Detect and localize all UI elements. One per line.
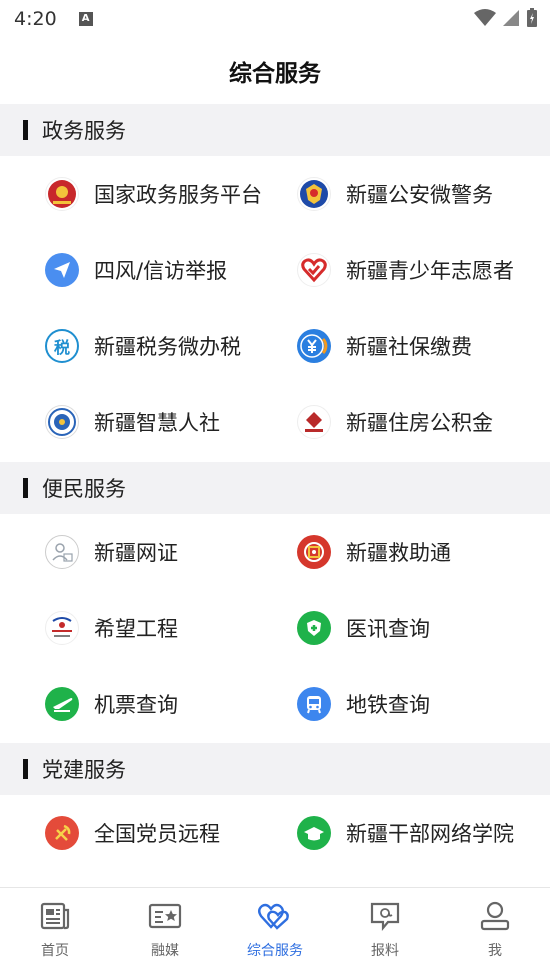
status-bar: 4:20 A [0, 0, 550, 38]
service-police[interactable]: 新疆公安微警务 [297, 156, 493, 232]
home-news-icon [40, 902, 70, 930]
national-emblem-icon [45, 177, 79, 211]
metro-bus-icon [297, 687, 331, 721]
graduation-cap-icon [297, 816, 331, 850]
service-volunteer[interactable]: 新疆青少年志愿者 [297, 232, 514, 308]
battery-icon [527, 8, 537, 27]
heart-volunteer-icon [297, 253, 331, 287]
section-title: 政务服务 [42, 119, 126, 143]
service-tax[interactable]: 税 新疆税务微办税 [45, 308, 241, 384]
section-header-party: 党建服务 [0, 743, 550, 795]
id-card-icon [45, 535, 79, 569]
service-label: 全国党员远程 [94, 822, 220, 846]
section-marker [23, 478, 28, 498]
tab-report[interactable]: 报料 [330, 888, 440, 979]
medical-shield-icon [297, 611, 331, 645]
service-label: 新疆干部网络学院 [346, 822, 514, 846]
service-project-hope[interactable]: 希望工程 [45, 590, 178, 666]
report-chat-icon [370, 902, 400, 932]
airplane-icon [45, 687, 79, 721]
service-flight[interactable]: 机票查询 [45, 666, 178, 742]
tax-icon: 税 [45, 329, 79, 363]
service-national-platform[interactable]: 国家政务服务平台 [45, 156, 262, 232]
wifi-icon [474, 9, 496, 26]
page-title: 综合服务 [229, 61, 321, 87]
tab-home[interactable]: 首页 [0, 888, 110, 979]
tab-me[interactable]: 我 [440, 888, 550, 979]
hrss-emblem-icon [45, 405, 79, 439]
service-housing-fund[interactable]: 新疆住房公积金 [297, 384, 493, 460]
user-icon [480, 901, 510, 931]
service-label: 新疆智慧人社 [94, 411, 220, 435]
service-label: 新疆网证 [94, 541, 178, 565]
service-label: 四风/信访举报 [94, 259, 228, 283]
hearts-icon [258, 903, 289, 930]
project-hope-icon [45, 611, 79, 645]
tab-label: 融媒 [151, 943, 179, 959]
section-header-government: 政务服务 [0, 104, 550, 156]
service-label: 地铁查询 [346, 693, 430, 717]
service-label: 希望工程 [94, 617, 178, 641]
bottom-tab-bar: 首页 融媒 综合服务 报料 我 [0, 887, 550, 979]
service-rescue[interactable]: 新疆救助通 [297, 514, 451, 590]
service-social-security[interactable]: 新疆社保缴费 [297, 308, 472, 384]
paper-plane-icon [45, 253, 79, 287]
service-label: 新疆救助通 [346, 541, 451, 565]
section-title: 党建服务 [42, 758, 126, 782]
media-card-icon [148, 903, 182, 929]
service-report[interactable]: 四风/信访举报 [45, 232, 227, 308]
service-net-id[interactable]: 新疆网证 [45, 514, 178, 590]
housing-fund-icon [297, 405, 331, 439]
tab-label: 我 [488, 943, 502, 959]
service-cadre-college[interactable]: 新疆干部网络学院 [297, 795, 514, 871]
tab-media[interactable]: 融媒 [110, 888, 220, 979]
tab-label: 综合服务 [247, 943, 303, 959]
rescue-icon [297, 535, 331, 569]
status-time: 4:20 [14, 8, 57, 30]
section-marker [23, 120, 28, 140]
service-hrss[interactable]: 新疆智慧人社 [45, 384, 220, 460]
service-medical[interactable]: 医讯查询 [297, 590, 430, 666]
service-metro[interactable]: 地铁查询 [297, 666, 430, 742]
service-party-remote[interactable]: 全国党员远程 [45, 795, 220, 871]
section-header-convenience: 便民服务 [0, 462, 550, 514]
tab-label: 报料 [371, 943, 399, 959]
service-label: 新疆公安微警务 [346, 183, 493, 207]
section-marker [23, 759, 28, 779]
yuan-coin-icon [297, 329, 331, 363]
tab-label: 首页 [41, 943, 69, 959]
service-label: 新疆社保缴费 [346, 335, 472, 359]
notification-icon: A [78, 12, 93, 26]
service-label: 医讯查询 [346, 617, 430, 641]
service-label: 新疆税务微办税 [94, 335, 241, 359]
service-label: 国家政务服务平台 [94, 183, 262, 207]
service-label: 机票查询 [94, 693, 178, 717]
service-label: 新疆住房公积金 [346, 411, 493, 435]
section-title: 便民服务 [42, 477, 126, 501]
police-badge-icon [297, 177, 331, 211]
signal-icon [503, 10, 519, 26]
service-label: 新疆青少年志愿者 [346, 259, 514, 283]
status-indicators [474, 8, 538, 28]
party-emblem-icon [45, 816, 79, 850]
tab-services[interactable]: 综合服务 [220, 888, 330, 979]
